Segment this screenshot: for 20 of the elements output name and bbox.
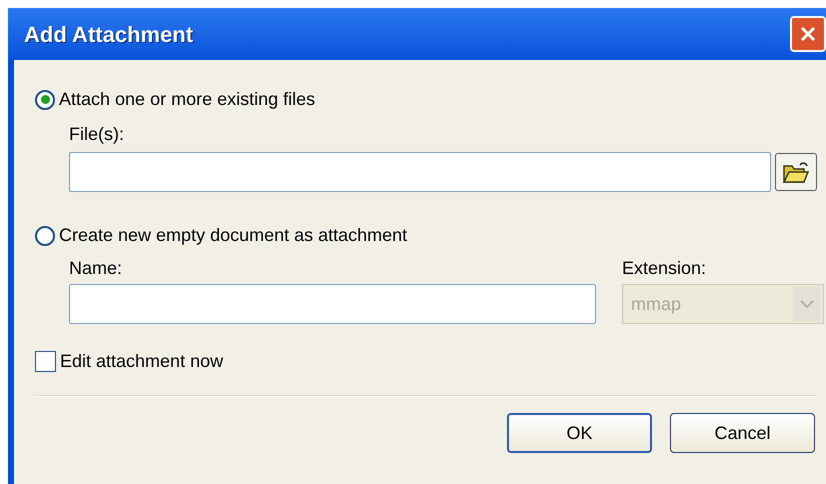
radio-button[interactable] xyxy=(35,226,55,246)
chevron-down-icon xyxy=(793,287,821,321)
name-input-field[interactable] xyxy=(69,284,596,324)
dialog-button[interactable]: OK xyxy=(507,413,652,453)
option-label: Create new empty document as attachment xyxy=(59,224,408,247)
checkbox[interactable] xyxy=(35,351,56,372)
field-label: Name: xyxy=(69,257,124,280)
radio-button[interactable] xyxy=(35,90,55,110)
file-input-field[interactable] xyxy=(69,152,771,192)
browse-button[interactable] xyxy=(775,153,817,191)
open-folder-icon xyxy=(782,160,810,184)
option-label: Attach one or more existing files xyxy=(59,88,316,111)
dialog-button[interactable]: Cancel xyxy=(670,413,815,453)
field-label: File(s): xyxy=(69,123,125,146)
close-button[interactable] xyxy=(790,16,826,52)
dropdown-value: mmap xyxy=(631,292,682,316)
close-icon xyxy=(799,25,817,43)
checkbox-label: Edit attachment now xyxy=(60,350,224,373)
window-title: Add Attachment xyxy=(24,20,194,48)
field-label: Extension: xyxy=(622,257,708,280)
